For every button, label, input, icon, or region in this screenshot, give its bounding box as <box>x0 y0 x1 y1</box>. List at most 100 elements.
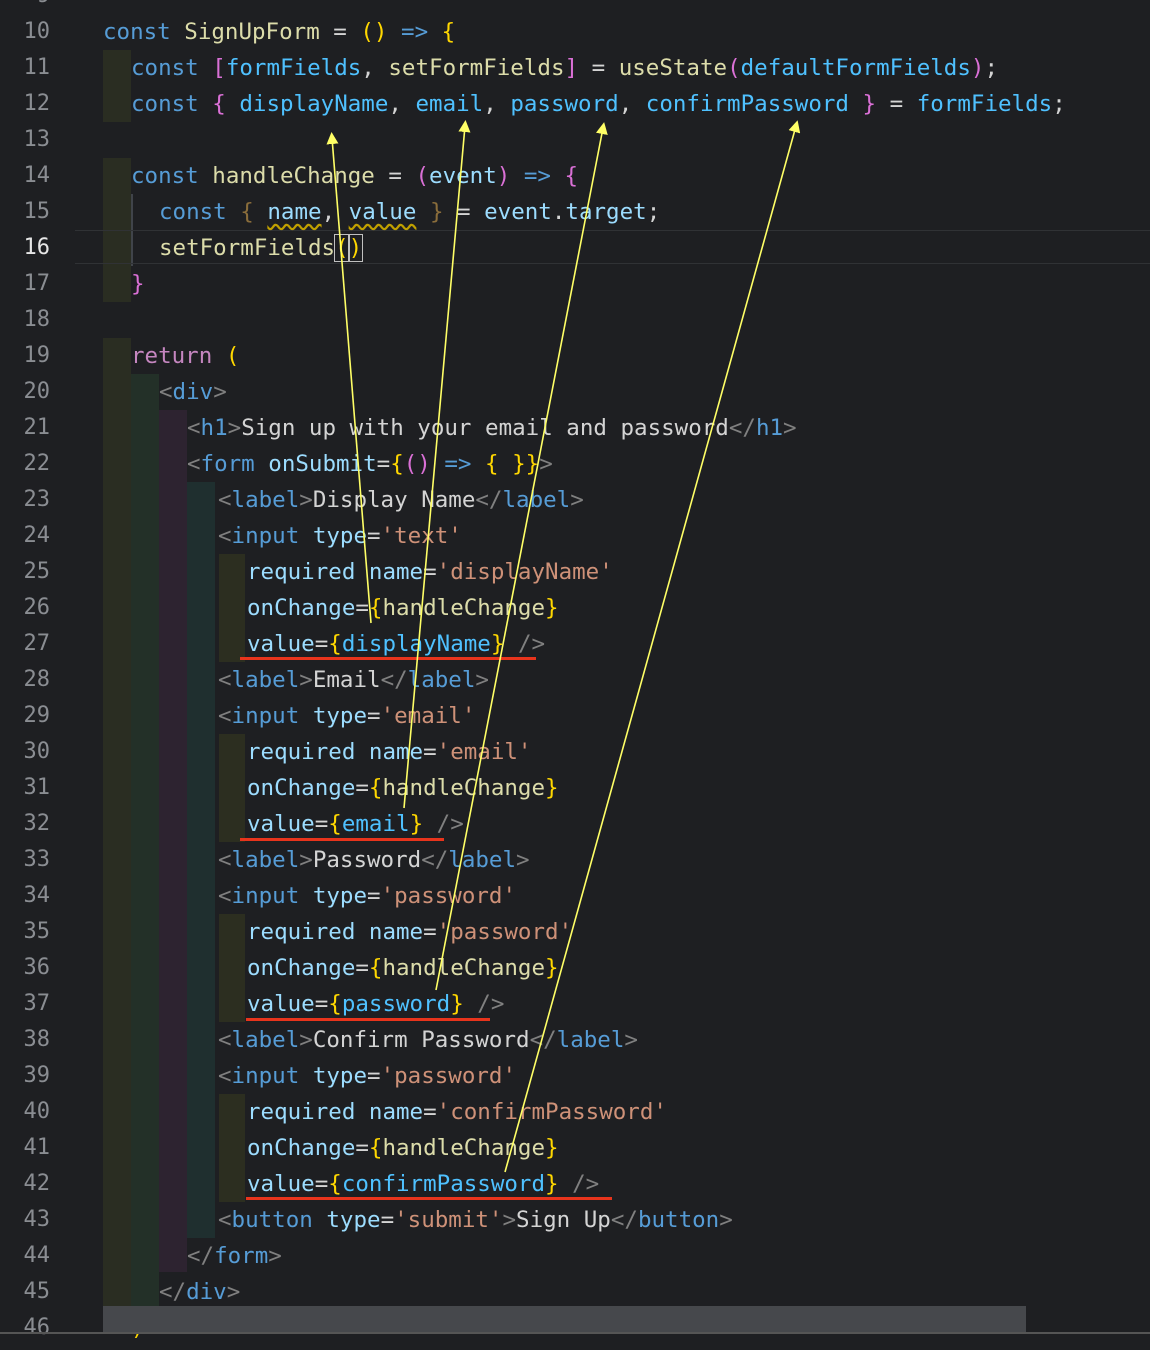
code-line-25[interactable]: required name='displayName' <box>247 554 613 590</box>
code-line-33[interactable]: <label>Password</label> <box>218 842 530 878</box>
line-number: 29 <box>23 703 51 728</box>
token: value <box>247 811 315 837</box>
token: > <box>502 1207 517 1233</box>
horizontal-scrollbar[interactable] <box>103 1306 1026 1332</box>
code-line-21[interactable]: <h1>Sign up with your email and password… <box>187 410 797 446</box>
code-line-30[interactable]: required name='email' <box>247 734 531 770</box>
code-line-22[interactable]: <form onSubmit={() => { }}> <box>187 446 553 482</box>
token: h1 <box>755 415 784 441</box>
code-line-41[interactable]: onChange={handleChange} <box>247 1130 559 1166</box>
code-line-38[interactable]: <label>Confirm Password</label> <box>218 1022 638 1058</box>
code-line-28[interactable]: <label>Email</label> <box>218 662 489 698</box>
token: 'email' <box>380 703 476 729</box>
line-number: 28 <box>23 667 51 692</box>
code-line-17[interactable]: } <box>131 266 145 302</box>
indent-guide <box>187 482 215 1238</box>
line-number: 18 <box>23 307 51 332</box>
token: /> <box>572 1171 600 1197</box>
token: () <box>403 451 431 477</box>
code-editor[interactable]: 9 10 11 12 13 14 15 16 17 18 19 20 21 22… <box>0 0 1150 1350</box>
token: } <box>545 595 559 621</box>
code-line-10[interactable]: const SignUpForm = () => { <box>103 14 455 50</box>
code-line-40[interactable]: required name='confirmPassword' <box>247 1094 667 1130</box>
code-line-19[interactable]: return ( <box>131 338 239 374</box>
code-line-39[interactable]: <input type='password' <box>218 1058 516 1094</box>
code-line-23[interactable]: <label>Display Name</label> <box>218 482 584 518</box>
code-line-11[interactable]: const [formFields, setFormFields] = useS… <box>131 50 998 86</box>
token: Display Name <box>312 487 476 513</box>
code-line-43[interactable]: <button type='submit'>Sign Up</button> <box>218 1202 733 1238</box>
token: = <box>355 595 369 621</box>
token: { <box>564 163 579 189</box>
token: = <box>314 631 329 657</box>
code-line-34[interactable]: <input type='password' <box>218 878 516 914</box>
token: } <box>545 955 559 981</box>
token: div <box>172 379 214 405</box>
token: handleChange <box>382 595 546 621</box>
code-line-44[interactable]: </form> <box>187 1238 282 1274</box>
token: form <box>200 451 255 477</box>
code-line-32[interactable]: value={email} /> <box>247 806 464 842</box>
token: < <box>187 415 201 441</box>
token: target <box>565 199 647 225</box>
token: { <box>212 91 226 117</box>
code-line-20[interactable]: <div> <box>159 374 227 410</box>
token: Confirm Password <box>312 1027 530 1053</box>
token: = <box>423 919 437 945</box>
token: onChange <box>247 595 356 621</box>
token: label <box>231 487 300 513</box>
code-line-14[interactable]: const handleChange = (event) => { <box>131 158 578 194</box>
indent-guide <box>219 914 245 1022</box>
token: } <box>409 811 424 837</box>
code-line-37[interactable]: value={password} /> <box>247 986 504 1022</box>
token: = <box>319 19 361 45</box>
token: } <box>545 775 559 801</box>
code-line-31[interactable]: onChange={handleChange} <box>247 770 559 806</box>
token: ) <box>347 234 364 262</box>
token: > <box>299 667 313 693</box>
token: , <box>321 199 349 225</box>
underline-annotation <box>240 657 536 660</box>
token: > <box>475 667 489 693</box>
code-line-45[interactable]: </div> <box>159 1274 240 1310</box>
token: } <box>525 451 540 477</box>
token: , <box>483 91 511 117</box>
token: handleChange <box>382 1135 546 1161</box>
code-line-26[interactable]: onChange={handleChange} <box>247 590 559 626</box>
code-line-15[interactable]: const { name, value } = event.target; <box>159 194 660 230</box>
token: > <box>299 487 313 513</box>
code-line-12[interactable]: const { displayName, email, password, co… <box>131 86 1066 122</box>
underline-annotation <box>240 838 444 841</box>
token: > <box>213 379 227 405</box>
token: button <box>637 1207 720 1233</box>
code-line-24[interactable]: <input type='text' <box>218 518 462 554</box>
token: > <box>570 487 584 513</box>
line-number: 23 <box>23 487 51 512</box>
token: } <box>429 199 444 225</box>
token: = <box>876 91 917 117</box>
token: label <box>502 487 571 513</box>
line-number: 37 <box>23 991 51 1016</box>
line-number-active: 16 <box>23 235 51 260</box>
token: name <box>368 739 424 765</box>
line-number: 30 <box>23 739 51 764</box>
token: handleChange <box>382 955 546 981</box>
token: label <box>448 847 517 873</box>
token: const <box>131 55 199 81</box>
code-line-16[interactable]: setFormFields() <box>159 230 364 266</box>
line-number: 21 <box>23 415 51 440</box>
token: </ <box>187 1243 215 1269</box>
code-line-35[interactable]: required name='password' <box>247 914 572 950</box>
code-line-36[interactable]: onChange={handleChange} <box>247 950 559 986</box>
token: 'submit' <box>394 1207 503 1233</box>
code-line-29[interactable]: <input type='email' <box>218 698 475 734</box>
token: event <box>429 163 497 189</box>
token: Sign Up <box>516 1207 611 1233</box>
